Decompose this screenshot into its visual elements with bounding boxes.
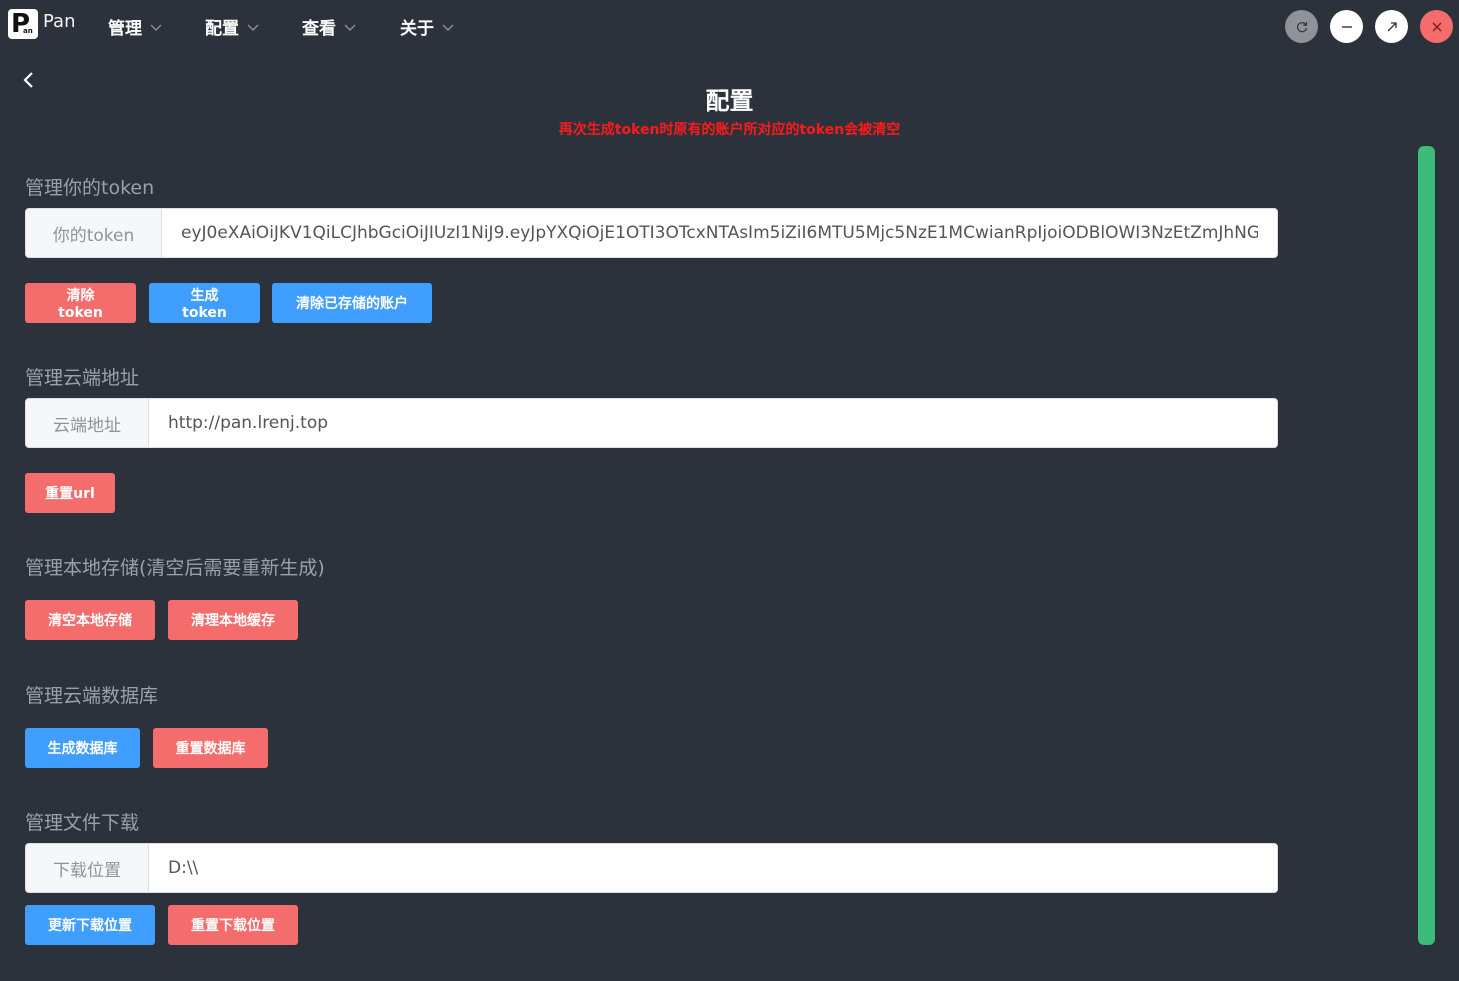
token-label: 你的token <box>26 209 162 257</box>
logo-sub: an <box>23 27 33 35</box>
refresh-button[interactable] <box>1285 10 1318 43</box>
clear-local-storage-button[interactable]: 清空本地存储 <box>25 600 155 640</box>
token-input[interactable] <box>162 209 1277 257</box>
menu-view[interactable]: 查看 <box>302 14 356 39</box>
token-input-group: 你的token <box>25 208 1278 258</box>
chevron-down-icon <box>247 21 259 33</box>
maximize-icon <box>1387 21 1397 31</box>
chevron-down-icon <box>150 21 162 33</box>
db-section-title: 管理云端数据库 <box>25 685 159 707</box>
token-warning: 再次生成token时原有的账户所对应的token会被清空 <box>558 122 901 138</box>
chevron-down-icon <box>344 21 356 33</box>
app-name: Pan <box>43 11 76 32</box>
page-title: 配置 <box>705 87 754 115</box>
local-storage-section-title: 管理本地存储(清空后需要重新生成) <box>25 557 325 579</box>
download-location-input[interactable] <box>149 844 1277 892</box>
menu-about-label: 关于 <box>400 19 434 39</box>
cloud-section-title: 管理云端地址 <box>25 367 140 389</box>
menu-manage-label: 管理 <box>108 19 142 39</box>
cloud-address-input[interactable] <box>149 399 1277 447</box>
clear-token-button[interactable]: 清除token <box>25 283 136 323</box>
reset-database-button[interactable]: 重置数据库 <box>153 728 268 768</box>
menu-config[interactable]: 配置 <box>205 14 259 39</box>
token-section-title: 管理你的token <box>25 177 155 199</box>
scrollbar[interactable] <box>1418 146 1435 945</box>
menu-manage[interactable]: 管理 <box>108 14 162 39</box>
download-input-group: 下载位置 <box>25 843 1278 893</box>
clear-local-cache-button[interactable]: 清理本地缓存 <box>168 600 298 640</box>
generate-database-button[interactable]: 生成数据库 <box>25 728 140 768</box>
download-section-title: 管理文件下载 <box>25 812 140 834</box>
app-logo-icon: P an <box>8 9 38 39</box>
menu-about[interactable]: 关于 <box>400 14 454 39</box>
chevron-down-icon <box>442 21 454 33</box>
menu-config-label: 配置 <box>205 19 239 39</box>
clear-accounts-button[interactable]: 清除已存储的账户 <box>272 283 432 323</box>
generate-token-button[interactable]: 生成token <box>149 283 260 323</box>
maximize-button[interactable] <box>1375 10 1408 43</box>
title-bar: P an Pan 管理 配置 查看 关于 <box>0 0 1459 52</box>
menu-view-label: 查看 <box>302 19 336 39</box>
close-button[interactable] <box>1420 10 1453 43</box>
close-icon <box>1432 22 1441 31</box>
cloud-address-label: 云端地址 <box>26 399 149 447</box>
reset-url-button[interactable]: 重置url <box>25 473 115 513</box>
minimize-icon <box>1341 25 1352 28</box>
download-location-label: 下载位置 <box>26 844 149 892</box>
cloud-input-group: 云端地址 <box>25 398 1278 448</box>
refresh-icon <box>1296 21 1307 32</box>
update-download-location-button[interactable]: 更新下载位置 <box>25 905 155 945</box>
minimize-button[interactable] <box>1330 10 1363 43</box>
reset-download-location-button[interactable]: 重置下载位置 <box>168 905 298 945</box>
